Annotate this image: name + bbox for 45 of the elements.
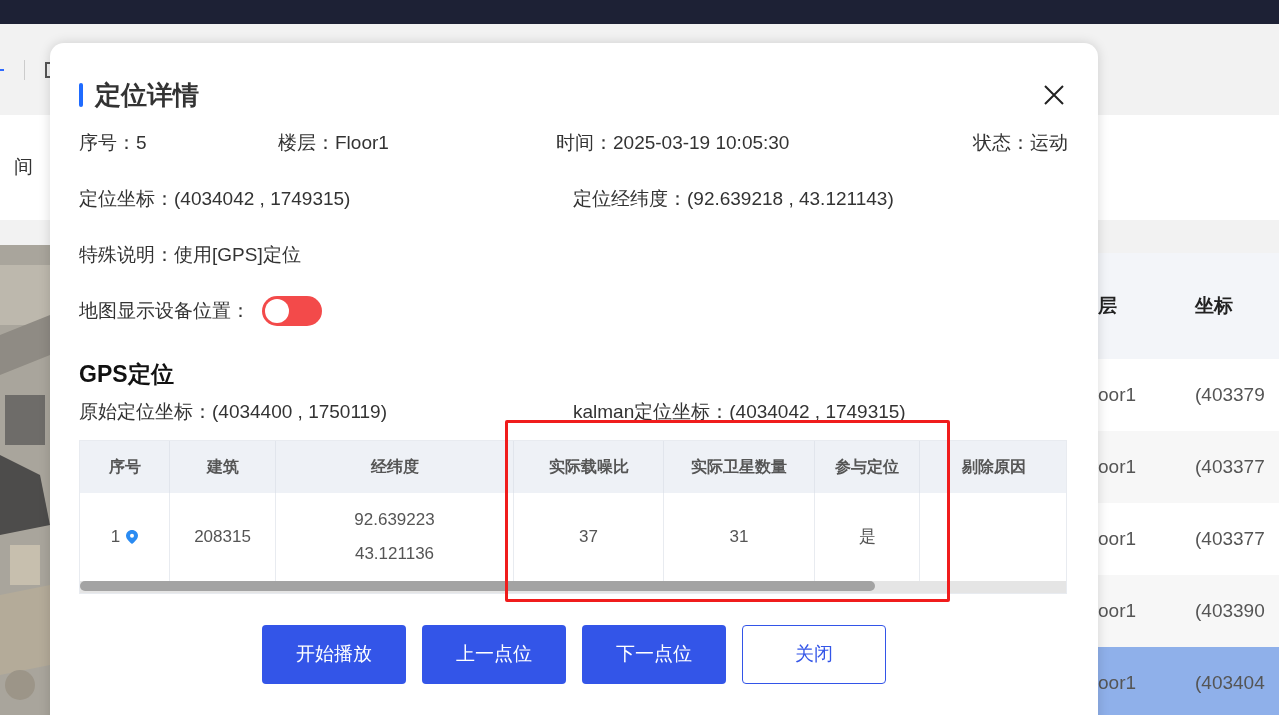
column-header: 坐标 bbox=[1195, 293, 1233, 318]
dialog-button[interactable]: 上一点位 bbox=[421, 625, 566, 684]
column-header: 实际载噪比 bbox=[514, 441, 664, 493]
table-cell-text: oor1 bbox=[1098, 382, 1138, 407]
table-cell-text: oor1 bbox=[1098, 598, 1138, 623]
dialog-button[interactable]: 关闭 bbox=[741, 625, 886, 684]
close-icon[interactable] bbox=[1043, 84, 1065, 106]
info-field: 定位坐标：(4034042 , 1749315) bbox=[79, 184, 573, 214]
column-header: 参与定位 bbox=[815, 441, 920, 493]
location-pin-icon[interactable] bbox=[126, 530, 139, 544]
table-cell-text: oor1 bbox=[1098, 670, 1138, 695]
info-field: 特殊说明：使用[GPS]定位 bbox=[79, 240, 301, 270]
table-cell-text: oor1 bbox=[1098, 526, 1138, 551]
horizontal-scrollbar[interactable] bbox=[80, 581, 1066, 593]
column-header: 实际卫星数量 bbox=[664, 441, 815, 493]
column-header: 层 bbox=[1098, 293, 1118, 318]
table-cell-text: (403404 bbox=[1195, 670, 1265, 695]
table-cell-text: (403377 bbox=[1195, 526, 1265, 551]
table-row[interactable]: oor1 (403377 bbox=[1098, 431, 1279, 503]
title-accent bbox=[79, 83, 83, 107]
table-cell-text: (403377 bbox=[1195, 454, 1265, 479]
filter-label: 间 bbox=[14, 155, 33, 180]
info-field: 楼层：Floor1 bbox=[278, 128, 556, 158]
table-row[interactable]: oor1 (403404 bbox=[1098, 647, 1279, 715]
info-field: 时间：2025-03-19 10:05:30 bbox=[556, 128, 973, 158]
map-toggle-switch[interactable] bbox=[262, 296, 322, 326]
info-field: 定位经纬度：(92.639218 , 43.121143) bbox=[573, 184, 894, 214]
column-header: 建筑 bbox=[170, 441, 276, 493]
table-row[interactable]: oor1 (403390 bbox=[1098, 575, 1279, 647]
column-header: 剔除原因 bbox=[920, 441, 1066, 493]
add-icon[interactable] bbox=[0, 68, 4, 71]
column-header: 经纬度 bbox=[276, 441, 514, 493]
coordinate-field: 原始定位坐标：(4034400 , 1750119) bbox=[79, 397, 573, 426]
dialog-title: 定位详情 bbox=[95, 78, 199, 112]
section-title: GPS定位 bbox=[79, 360, 175, 389]
info-field: 状态：运动 bbox=[973, 128, 1068, 158]
table-cell-text: (403379 bbox=[1195, 382, 1265, 407]
coordinate-field: kalman定位坐标：(4034042 , 1749315) bbox=[573, 397, 906, 426]
table-cell-text: (403390 bbox=[1195, 598, 1265, 623]
column-header: 序号 bbox=[80, 441, 170, 493]
table-cell-text: oor1 bbox=[1098, 454, 1138, 479]
info-field: 序号：5 bbox=[79, 128, 278, 158]
toggle-label: 地图显示设备位置： bbox=[79, 298, 250, 323]
dialog-button[interactable]: 开始播放 bbox=[261, 625, 406, 684]
dialog-button[interactable]: 下一点位 bbox=[581, 625, 726, 684]
